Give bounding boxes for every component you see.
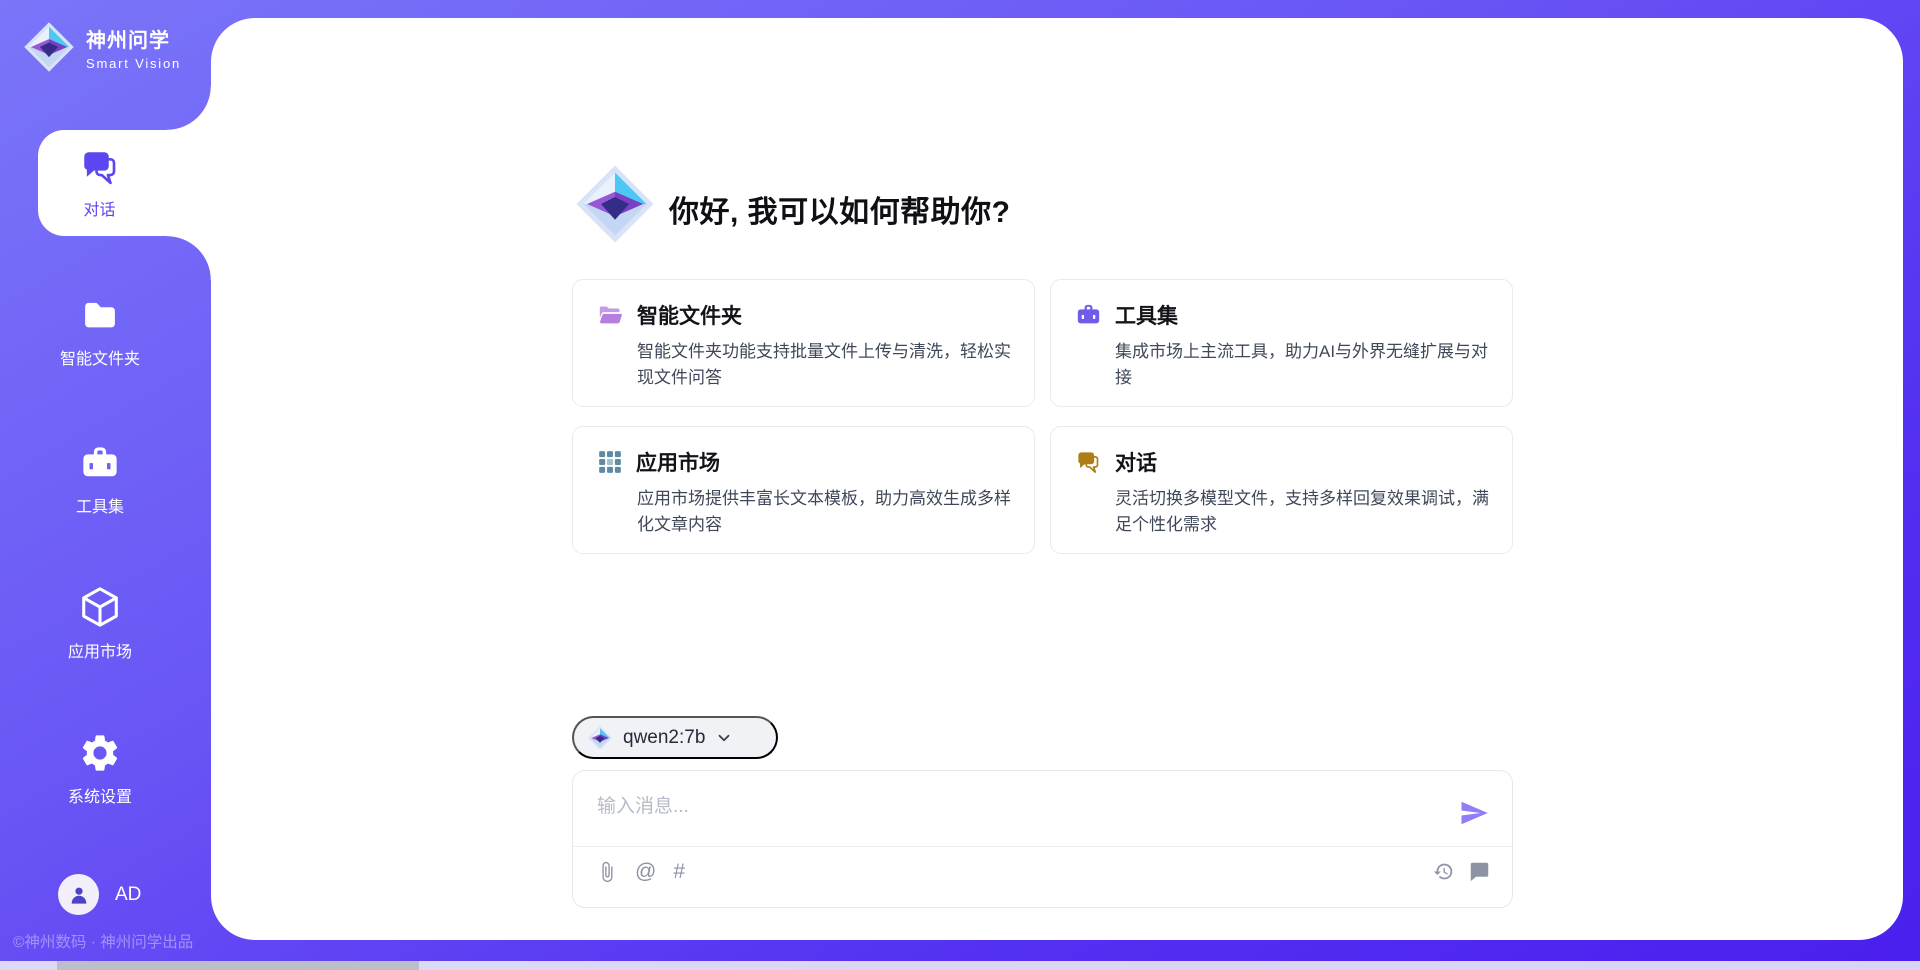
- horizontal-scrollbar[interactable]: [0, 961, 1920, 970]
- sidebar-item-label: 系统设置: [68, 783, 132, 807]
- sidebar-item-chat[interactable]: 对话: [38, 130, 211, 236]
- sidebar-item-smart-folder[interactable]: 智能文件夹: [0, 295, 200, 369]
- brand-name: 神州问学: [86, 24, 181, 53]
- message-input[interactable]: [597, 791, 1437, 841]
- card-description: 智能文件夹功能支持批量文件上传与清洗，轻松实现文件问答: [637, 339, 1015, 390]
- folder-icon: [79, 295, 121, 337]
- chat-bubbles-icon: [79, 147, 121, 189]
- sidebar-item-label: 智能文件夹: [60, 345, 140, 369]
- feature-cards: 智能文件夹 智能文件夹功能支持批量文件上传与清洗，轻松实现文件问答 工具集 集成…: [572, 279, 1513, 554]
- chevron-down-icon: [715, 729, 733, 747]
- gear-icon: [78, 731, 122, 775]
- user-initials: AD: [115, 884, 141, 906]
- chat-bubbles-icon: [1075, 449, 1102, 476]
- user-account[interactable]: AD: [58, 874, 141, 915]
- active-tab-fillet-top: [167, 86, 211, 130]
- sidebar-item-settings[interactable]: 系统设置: [0, 731, 200, 807]
- card-toolset[interactable]: 工具集 集成市场上主流工具，助力AI与外界无缝扩展与对接: [1050, 279, 1513, 407]
- scrollbar-thumb[interactable]: [57, 961, 419, 970]
- diamond-logo-icon: [587, 725, 613, 751]
- message-composer: @ #: [572, 770, 1513, 908]
- model-selector[interactable]: qwen2:7b: [572, 716, 778, 759]
- brand-diamond-icon: [22, 20, 76, 74]
- sidebar-item-app-market[interactable]: 应用市场: [0, 584, 200, 662]
- card-description: 集成市场上主流工具，助力AI与外界无缝扩展与对接: [1115, 339, 1493, 390]
- briefcase-icon: [1075, 302, 1102, 329]
- card-description: 应用市场提供丰富长文本模板，助力高效生成多样化文章内容: [637, 486, 1015, 537]
- model-name: qwen2:7b: [623, 727, 705, 749]
- card-smart-folder[interactable]: 智能文件夹 智能文件夹功能支持批量文件上传与清洗，轻松实现文件问答: [572, 279, 1035, 407]
- briefcase-icon: [79, 443, 121, 485]
- brand-subtitle: Smart Vision: [86, 56, 181, 71]
- paperclip-icon[interactable]: [596, 861, 618, 883]
- composer-divider: [573, 846, 1512, 847]
- sidebar-item-label: 应用市场: [68, 638, 132, 662]
- mention-icon[interactable]: @: [635, 861, 656, 883]
- send-icon[interactable]: [1459, 797, 1491, 829]
- card-title: 工具集: [1115, 300, 1178, 330]
- active-tab-fillet-bottom: [167, 236, 211, 280]
- cube-icon: [77, 584, 123, 630]
- history-icon[interactable]: [1433, 861, 1454, 882]
- avatar: [58, 874, 99, 915]
- card-title: 智能文件夹: [637, 300, 742, 330]
- sidebar-item-label: 工具集: [76, 493, 124, 517]
- card-title: 对话: [1115, 447, 1157, 477]
- card-title: 应用市场: [636, 447, 720, 477]
- grid-icon: [597, 449, 623, 475]
- copyright-text: ©神州数码 · 神州问学出品: [13, 930, 193, 952]
- card-description: 灵活切换多模型文件，支持多样回复效果调试，满足个性化需求: [1115, 486, 1493, 537]
- sidebar: 神州问学 Smart Vision 对话 智能文件夹 工具集 应用市场: [0, 0, 211, 970]
- app-logo-diamond-icon: [573, 162, 657, 246]
- folder-open-icon: [597, 302, 624, 329]
- greeting-title: 你好, 我可以如何帮助你?: [669, 187, 1011, 231]
- main-panel: 你好, 我可以如何帮助你? 智能文件夹 智能文件夹功能支持批量文件上传与清洗，轻…: [211, 18, 1903, 940]
- card-app-market[interactable]: 应用市场 应用市场提供丰富长文本模板，助力高效生成多样化文章内容: [572, 426, 1035, 554]
- person-icon: [67, 883, 91, 907]
- comment-icon[interactable]: [1469, 861, 1490, 882]
- hash-icon[interactable]: #: [673, 861, 685, 883]
- card-chat[interactable]: 对话 灵活切换多模型文件，支持多样回复效果调试，满足个性化需求: [1050, 426, 1513, 554]
- brand: 神州问学 Smart Vision: [22, 20, 181, 74]
- sidebar-item-toolset[interactable]: 工具集: [0, 443, 200, 517]
- sidebar-item-label: 对话: [83, 196, 115, 220]
